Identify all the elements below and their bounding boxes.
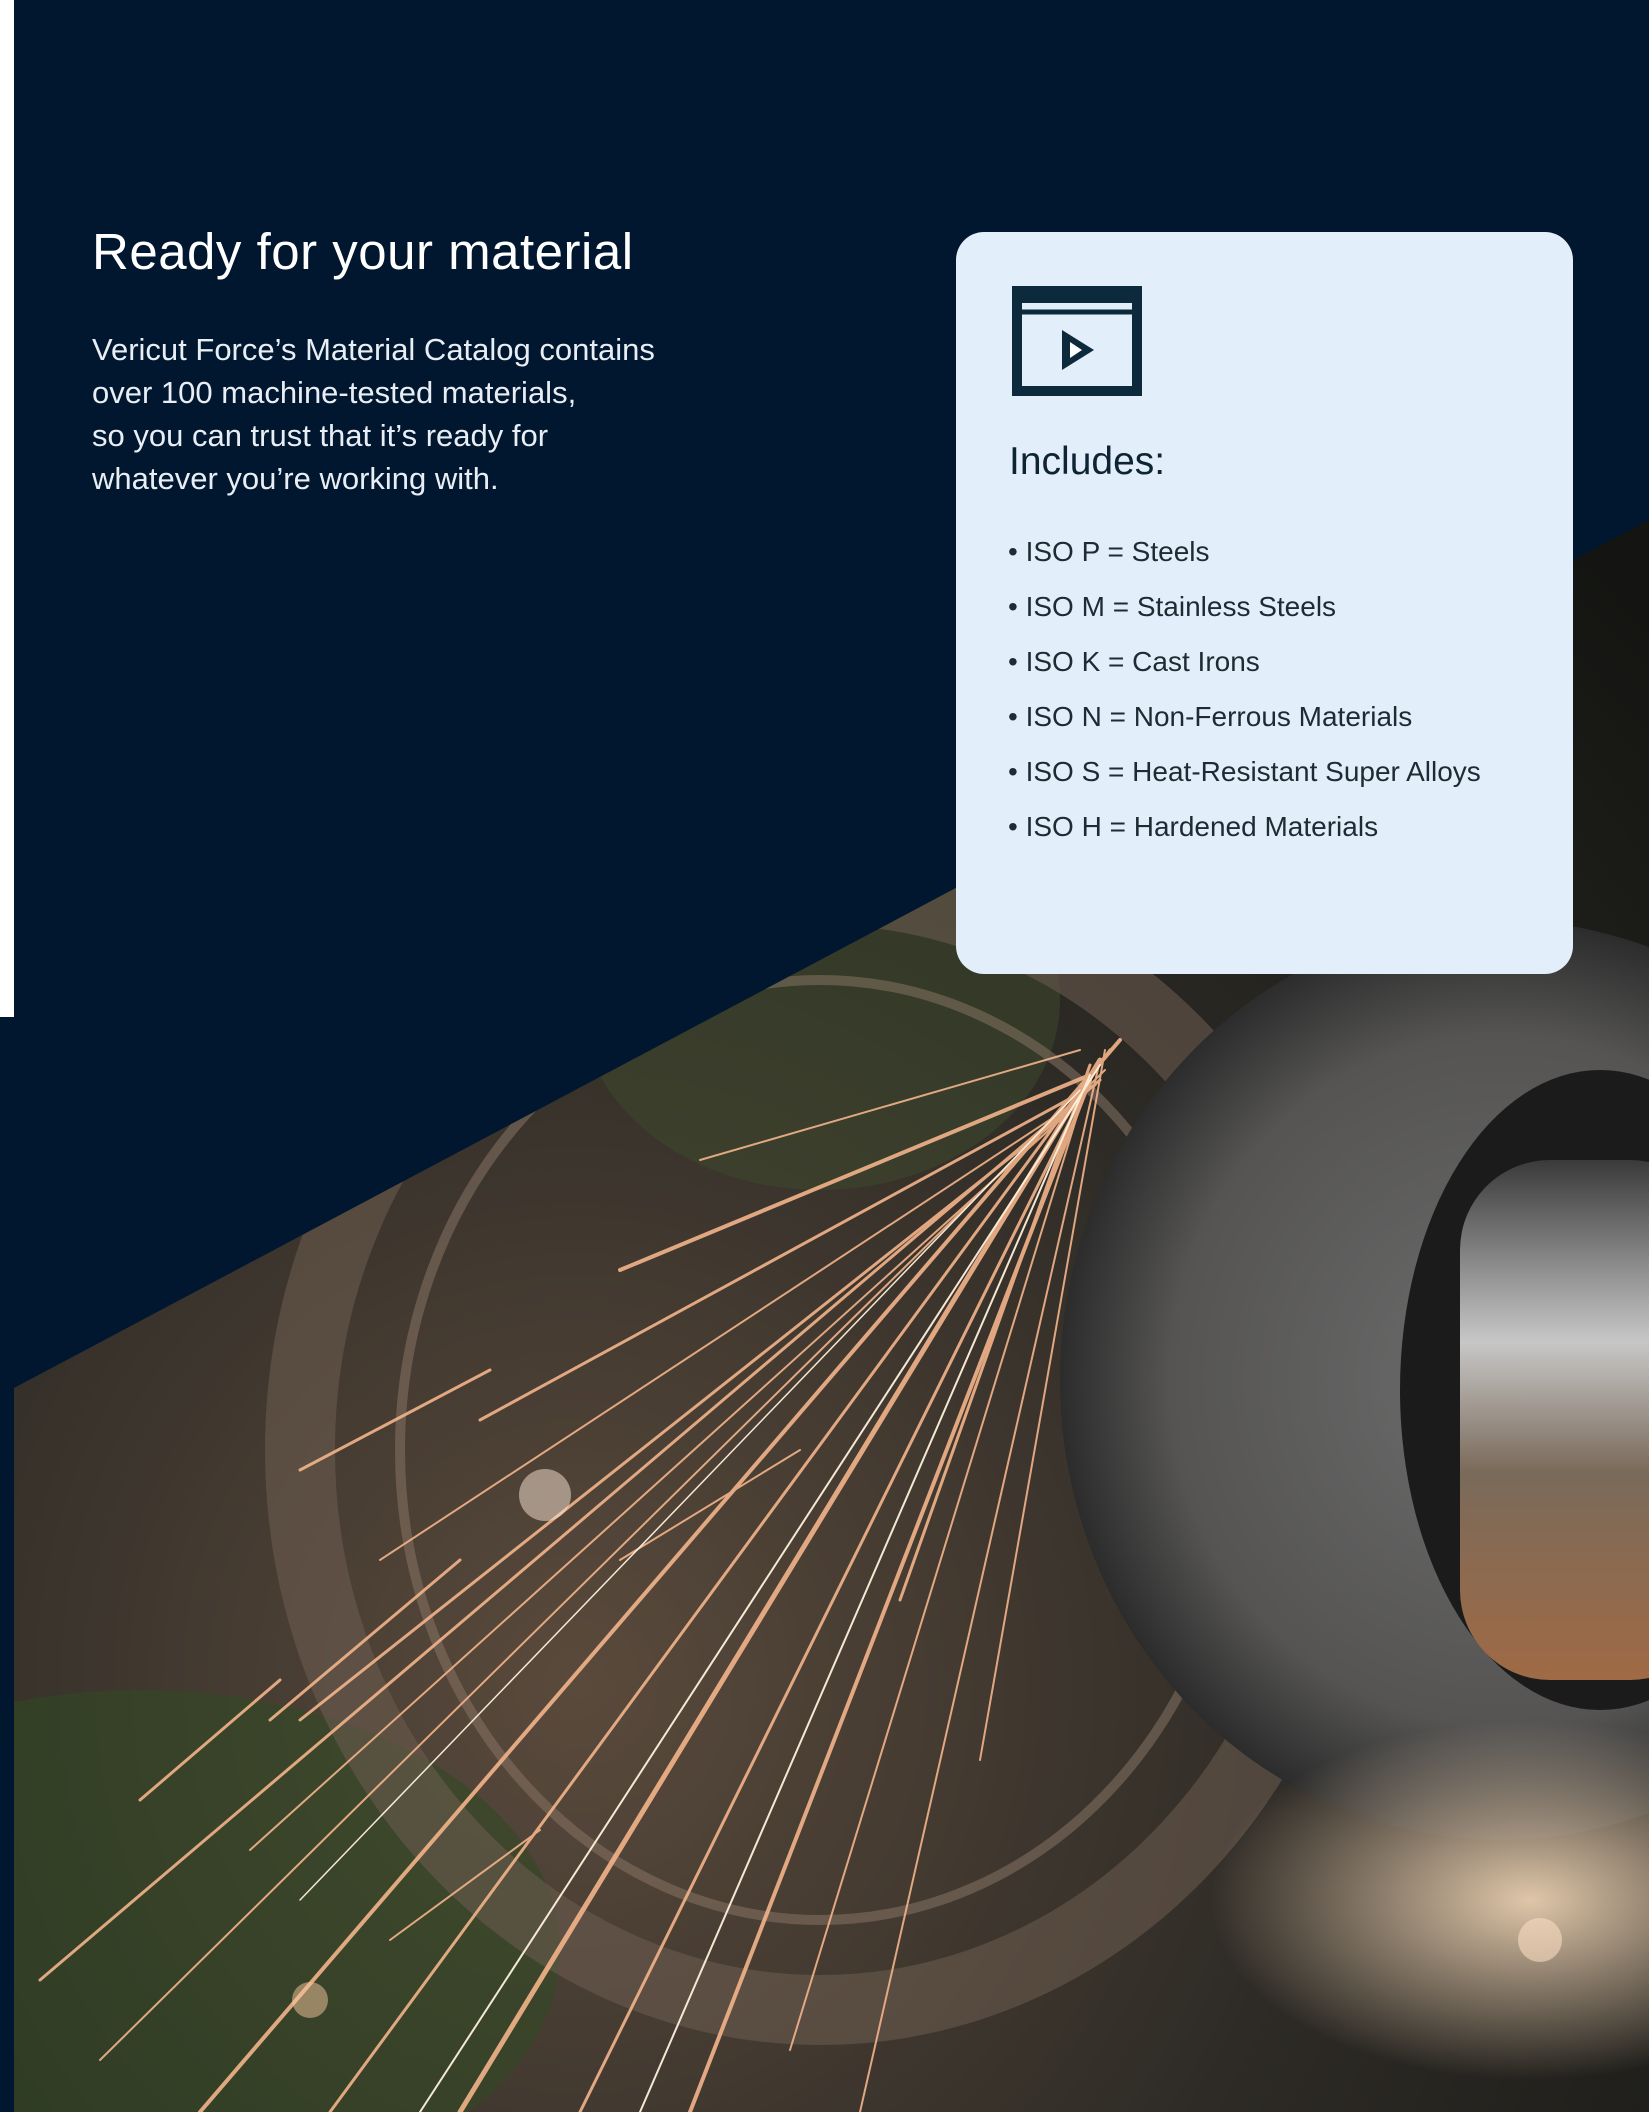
- intro-line: over 100 machine-tested materials,: [92, 375, 577, 410]
- list-item: • ISO M = Stainless Steels: [1008, 591, 1337, 622]
- card-title: Includes:: [1009, 440, 1166, 483]
- intro-line: Vericut Force’s Material Catalog contain…: [92, 332, 655, 367]
- list-item: • ISO S = Heat-Resistant Super Alloys: [1008, 756, 1481, 787]
- list-item: • ISO P = Steels: [1008, 536, 1210, 567]
- list-item: • ISO N = Non-Ferrous Materials: [1008, 701, 1413, 732]
- headline: Ready for your material: [92, 223, 634, 280]
- intro-line: whatever you’re working with.: [92, 461, 499, 496]
- materials-card: Includes: • ISO P = Steels • ISO M = Sta…: [956, 232, 1573, 974]
- intro-line: so you can trust that it’s ready for: [92, 418, 549, 453]
- page-edge: [0, 0, 14, 1017]
- intro-paragraph: Vericut Force’s Material Catalog contain…: [92, 328, 772, 500]
- list-item: • ISO H = Hardened Materials: [1008, 811, 1379, 842]
- list-item: • ISO K = Cast Irons: [1008, 646, 1260, 677]
- materials-list: • ISO P = Steels • ISO M = Stainless Ste…: [1008, 532, 1481, 862]
- video-player-icon: [1012, 286, 1142, 401]
